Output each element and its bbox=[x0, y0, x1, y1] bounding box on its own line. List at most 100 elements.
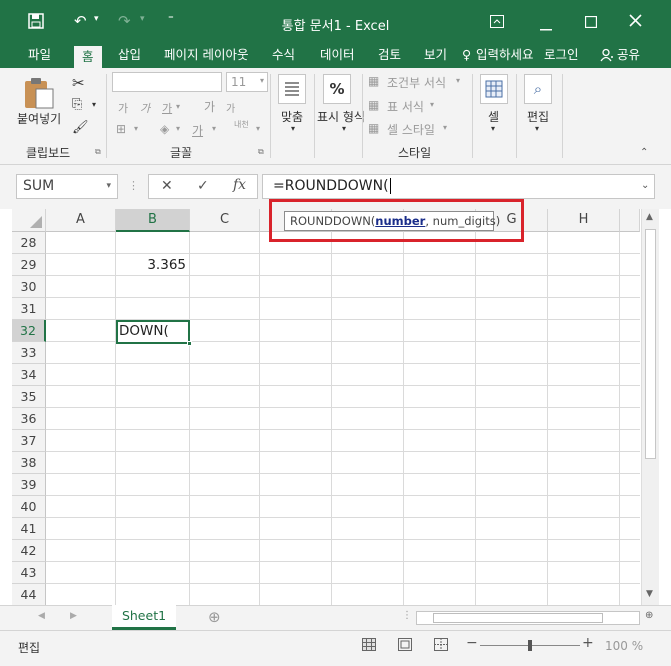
minimize-icon[interactable] bbox=[540, 17, 552, 35]
column-header-c[interactable]: C bbox=[190, 209, 260, 232]
column-header-b[interactable]: B bbox=[116, 209, 190, 232]
editing-dropdown-icon[interactable]: ▾ bbox=[535, 124, 539, 133]
vertical-scrollbar[interactable]: ▲ ▼ bbox=[641, 209, 659, 605]
font-color-button[interactable]: 가 bbox=[192, 122, 203, 139]
tab-review[interactable]: 검토 bbox=[378, 44, 401, 68]
tab-file[interactable]: 파일 bbox=[28, 44, 51, 68]
alignment-dropdown-icon[interactable]: ▾ bbox=[291, 124, 295, 133]
insert-function-icon[interactable]: fx bbox=[233, 177, 246, 193]
copy-dropdown-icon[interactable]: ▾ bbox=[92, 100, 96, 109]
chevron-down-icon[interactable]: ▾ bbox=[106, 181, 111, 191]
alignment-icon[interactable] bbox=[278, 74, 306, 104]
alignment-button[interactable]: 맞춤 bbox=[281, 108, 303, 125]
ribbon-display-icon[interactable] bbox=[490, 14, 504, 32]
row-header[interactable]: 31 bbox=[12, 298, 46, 320]
scroll-down-icon[interactable]: ▼ bbox=[646, 589, 653, 599]
cells-icon[interactable] bbox=[480, 74, 508, 104]
row-header[interactable]: 30 bbox=[12, 276, 46, 298]
font-color-dropdown-icon[interactable]: ▾ bbox=[212, 124, 216, 133]
share-button[interactable]: 공유 bbox=[617, 44, 640, 68]
zoom-out-icon[interactable]: − bbox=[466, 635, 478, 651]
row-header[interactable]: 33 bbox=[12, 342, 46, 364]
fill-handle[interactable] bbox=[187, 341, 192, 346]
active-cell-b32[interactable]: DOWN( bbox=[116, 320, 192, 346]
row-header[interactable]: 37 bbox=[12, 430, 46, 452]
expand-formula-icon[interactable]: ⌄ bbox=[641, 180, 649, 191]
hscroll-thumb[interactable] bbox=[433, 613, 603, 623]
fill-dropdown-icon[interactable]: ▾ bbox=[176, 124, 180, 133]
formula-input[interactable]: =ROUNDDOWN( bbox=[262, 174, 655, 199]
row-header[interactable]: 42 bbox=[12, 540, 46, 562]
cancel-icon[interactable]: ✕ bbox=[161, 178, 173, 194]
underline-dropdown-icon[interactable]: ▾ bbox=[176, 102, 180, 111]
signin-link[interactable]: 로그인 bbox=[544, 44, 579, 68]
decrease-font-button[interactable]: 가 bbox=[226, 100, 235, 115]
scroll-up-icon[interactable]: ▲ bbox=[646, 212, 653, 222]
conditional-format-icon[interactable]: ▦ bbox=[368, 74, 379, 88]
number-dropdown-icon[interactable]: ▾ bbox=[342, 124, 346, 133]
split-handle-icon[interactable]: ⋮ bbox=[402, 610, 412, 621]
cells-dropdown-icon[interactable]: ▾ bbox=[491, 124, 495, 133]
border-dropdown-icon[interactable]: ▾ bbox=[134, 124, 138, 133]
row-header[interactable]: 44 bbox=[12, 584, 46, 605]
page-layout-icon[interactable] bbox=[398, 638, 412, 654]
hscroll-add-icon[interactable]: ⊕ bbox=[645, 610, 653, 621]
conditional-dropdown-icon[interactable]: ▾ bbox=[456, 76, 460, 85]
zoom-level[interactable]: 100 % bbox=[605, 639, 643, 653]
cell-b29[interactable]: 3.365 bbox=[116, 257, 186, 273]
zoom-slider-thumb[interactable] bbox=[528, 640, 532, 651]
column-header-h[interactable]: H bbox=[548, 209, 620, 232]
font-launcher-icon[interactable]: ⧉ bbox=[258, 147, 264, 157]
row-header[interactable]: 34 bbox=[12, 364, 46, 386]
tell-me-box[interactable]: 입력하세요 bbox=[476, 44, 534, 68]
copy-icon[interactable]: ⎘ bbox=[72, 97, 82, 112]
cell-style-button[interactable]: 셀 스타일 bbox=[387, 121, 435, 138]
horizontal-scrollbar[interactable] bbox=[416, 611, 640, 625]
cell-style-icon[interactable]: ▦ bbox=[368, 121, 379, 135]
name-box[interactable]: SUM ▾ bbox=[16, 174, 118, 199]
row-header[interactable]: 39 bbox=[12, 474, 46, 496]
conditional-format-button[interactable]: 조건부 서식 bbox=[387, 74, 446, 91]
worksheet-grid[interactable]: A B C D E F G H 28 29 30 31 32 33 34 35 … bbox=[12, 209, 640, 605]
bold-button[interactable]: 가 bbox=[118, 100, 128, 116]
add-sheet-icon[interactable]: ⊕ bbox=[208, 608, 221, 626]
tab-view[interactable]: 보기 bbox=[424, 44, 447, 68]
paste-button-label[interactable]: 붙여넣기 bbox=[17, 110, 61, 127]
enter-icon[interactable]: ✓ bbox=[197, 178, 209, 194]
prev-sheet-icon[interactable]: ◀ bbox=[38, 611, 45, 621]
row-header[interactable]: 29 bbox=[12, 254, 46, 276]
font-name-combo[interactable] bbox=[112, 72, 222, 92]
phonetic-button[interactable]: 내천 bbox=[234, 120, 250, 129]
cell-style-dropdown-icon[interactable]: ▾ bbox=[443, 123, 447, 132]
editing-button[interactable]: 편집 bbox=[527, 108, 549, 125]
table-format-icon[interactable]: ▦ bbox=[368, 98, 379, 112]
row-header[interactable]: 36 bbox=[12, 408, 46, 430]
row-header[interactable]: 32 bbox=[12, 320, 46, 342]
normal-view-icon[interactable] bbox=[362, 638, 376, 654]
phonetic-dropdown-icon[interactable]: ▾ bbox=[256, 124, 260, 133]
increase-font-button[interactable]: 가 bbox=[204, 98, 215, 115]
row-header[interactable]: 35 bbox=[12, 386, 46, 408]
fill-color-icon[interactable]: ◈ bbox=[160, 122, 169, 136]
border-icon[interactable]: ⊞ bbox=[116, 122, 126, 136]
tab-data[interactable]: 데이터 bbox=[320, 44, 355, 68]
cells-button[interactable]: 셀 bbox=[488, 108, 499, 125]
tab-insert[interactable]: 삽입 bbox=[118, 44, 141, 68]
tab-home[interactable]: 홈 bbox=[74, 44, 102, 68]
row-header[interactable]: 38 bbox=[12, 452, 46, 474]
column-header-a[interactable]: A bbox=[46, 209, 116, 232]
select-all-corner[interactable] bbox=[12, 209, 46, 232]
row-header[interactable]: 41 bbox=[12, 518, 46, 540]
cut-icon[interactable]: ✂ bbox=[72, 74, 85, 92]
tab-page-layout[interactable]: 페이지 레이아웃 bbox=[164, 44, 248, 68]
close-icon[interactable] bbox=[629, 13, 642, 31]
search-icon[interactable]: ⌕ bbox=[524, 74, 552, 104]
tab-formulas[interactable]: 수식 bbox=[272, 44, 295, 68]
row-header[interactable]: 28 bbox=[12, 232, 46, 254]
font-size-combo[interactable]: 11 ▾ bbox=[226, 72, 268, 92]
zoom-in-icon[interactable]: + bbox=[582, 635, 594, 651]
sheet-tab-sheet1[interactable]: Sheet1 bbox=[112, 605, 176, 630]
italic-button[interactable]: 가 bbox=[140, 100, 150, 116]
percent-icon[interactable]: % bbox=[323, 74, 351, 104]
clipboard-launcher-icon[interactable]: ⧉ bbox=[95, 147, 101, 157]
